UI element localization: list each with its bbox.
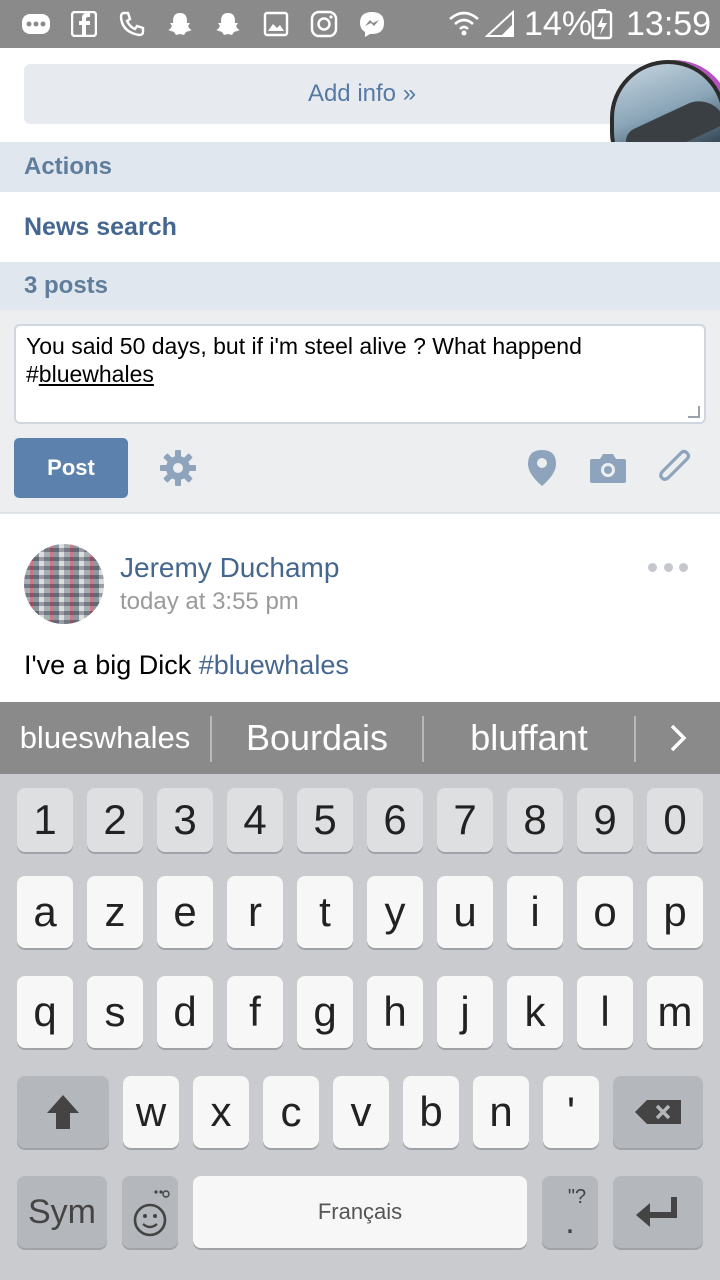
key-f[interactable]: f bbox=[227, 976, 283, 1048]
key-n[interactable]: n bbox=[473, 1076, 529, 1148]
post-time[interactable]: today at 3:55 pm bbox=[120, 588, 299, 616]
key-8[interactable]: 8 bbox=[507, 788, 563, 852]
key-d[interactable]: d bbox=[157, 976, 213, 1048]
key-v[interactable]: v bbox=[333, 1076, 389, 1148]
key-e[interactable]: e bbox=[157, 876, 213, 948]
backspace-icon bbox=[635, 1100, 681, 1124]
key-z[interactable]: z bbox=[87, 876, 143, 948]
location-pin-icon[interactable] bbox=[520, 446, 564, 490]
key-apostrophe[interactable]: ' bbox=[543, 1076, 599, 1148]
punct-main: . bbox=[565, 1203, 575, 1241]
snapchat-icon bbox=[212, 8, 244, 40]
suggestion-strip: blueswhales Bourdais bluffant bbox=[0, 702, 720, 774]
key-x[interactable]: x bbox=[193, 1076, 249, 1148]
key-7[interactable]: 7 bbox=[437, 788, 493, 852]
suggestion-2[interactable]: Bourdais bbox=[212, 702, 422, 774]
key-3[interactable]: 3 bbox=[157, 788, 213, 852]
key-p[interactable]: p bbox=[647, 876, 703, 948]
post-body: I've a big Dick #bluewhales bbox=[24, 650, 349, 681]
keyboard: 1 2 3 4 5 6 7 8 9 0 a z e r t y u i o p … bbox=[0, 774, 720, 1280]
posts-count-header: 3 posts bbox=[0, 262, 720, 310]
post-composer: You said 50 days, but if i'm steel alive… bbox=[0, 310, 720, 514]
key-w[interactable]: w bbox=[123, 1076, 179, 1148]
camera-icon[interactable] bbox=[586, 446, 630, 490]
key-i[interactable]: i bbox=[507, 876, 563, 948]
key-5[interactable]: 5 bbox=[297, 788, 353, 852]
key-j[interactable]: j bbox=[437, 976, 493, 1048]
shift-arrow-icon bbox=[47, 1095, 79, 1129]
battery-icon bbox=[586, 8, 618, 40]
resize-grip-icon[interactable] bbox=[688, 406, 700, 418]
key-q[interactable]: q bbox=[17, 976, 73, 1048]
emoji-icon bbox=[133, 1190, 170, 1237]
key-c[interactable]: c bbox=[263, 1076, 319, 1148]
backspace-key[interactable] bbox=[613, 1076, 703, 1148]
facebook-icon bbox=[68, 8, 100, 40]
punctuation-key[interactable]: "? . bbox=[542, 1176, 598, 1248]
key-1[interactable]: 1 bbox=[17, 788, 73, 852]
key-6[interactable]: 6 bbox=[367, 788, 423, 852]
key-k[interactable]: k bbox=[507, 976, 563, 1048]
post-text-line1: You said 50 days, but if i'm steel alive… bbox=[26, 333, 582, 359]
wifi-icon bbox=[448, 8, 480, 40]
status-bar: 14% 13:59 bbox=[0, 0, 720, 48]
key-2[interactable]: 2 bbox=[87, 788, 143, 852]
shift-key[interactable] bbox=[17, 1076, 109, 1148]
actions-header[interactable]: Actions bbox=[0, 142, 720, 192]
chevron-right-icon[interactable] bbox=[636, 702, 720, 774]
key-r[interactable]: r bbox=[227, 876, 283, 948]
signal-icon bbox=[484, 8, 516, 40]
paperclip-icon[interactable] bbox=[652, 446, 696, 490]
battery-percent: 14% bbox=[524, 5, 593, 43]
suggestion-3[interactable]: bluffant bbox=[424, 702, 634, 774]
gallery-icon bbox=[260, 8, 292, 40]
add-info-button[interactable]: Add info » bbox=[24, 64, 700, 124]
post-body-text: I've a big Dick bbox=[24, 650, 199, 680]
messenger-icon bbox=[356, 8, 388, 40]
emoji-key[interactable] bbox=[122, 1176, 178, 1248]
snapchat-icon bbox=[164, 8, 196, 40]
key-h[interactable]: h bbox=[367, 976, 423, 1048]
key-m[interactable]: m bbox=[647, 976, 703, 1048]
key-0[interactable]: 0 bbox=[647, 788, 703, 852]
phone-icon bbox=[116, 8, 148, 40]
enter-key[interactable] bbox=[613, 1176, 703, 1248]
post-textarea[interactable]: You said 50 days, but if i'm steel alive… bbox=[14, 324, 706, 424]
key-y[interactable]: y bbox=[367, 876, 423, 948]
news-search-link[interactable]: News search bbox=[0, 192, 720, 262]
author-name[interactable]: Jeremy Duchamp bbox=[120, 552, 339, 584]
hash-symbol: # bbox=[26, 361, 39, 387]
key-9[interactable]: 9 bbox=[577, 788, 633, 852]
post-button[interactable]: Post bbox=[14, 438, 128, 498]
key-b[interactable]: b bbox=[403, 1076, 459, 1148]
key-t[interactable]: t bbox=[297, 876, 353, 948]
post-text-line2: #bluewhales bbox=[26, 360, 694, 388]
more-icon bbox=[20, 8, 52, 40]
key-s[interactable]: s bbox=[87, 976, 143, 1048]
key-l[interactable]: l bbox=[577, 976, 633, 1048]
avatar-texture bbox=[24, 544, 104, 624]
more-horizontal-icon[interactable] bbox=[648, 552, 688, 582]
author-avatar[interactable] bbox=[24, 544, 104, 624]
key-a[interactable]: a bbox=[17, 876, 73, 948]
post-hashtag[interactable]: #bluewhales bbox=[199, 650, 349, 680]
instagram-icon bbox=[308, 8, 340, 40]
hashtag-text: bluewhales bbox=[38, 361, 154, 387]
key-g[interactable]: g bbox=[297, 976, 353, 1048]
sym-key[interactable]: Sym bbox=[17, 1176, 107, 1248]
clock: 13:59 bbox=[626, 5, 712, 43]
suggestion-1[interactable]: blueswhales bbox=[0, 702, 210, 774]
space-key[interactable]: Français bbox=[193, 1176, 527, 1248]
key-4[interactable]: 4 bbox=[227, 788, 283, 852]
key-o[interactable]: o bbox=[577, 876, 633, 948]
gear-icon[interactable] bbox=[156, 446, 200, 490]
key-u[interactable]: u bbox=[437, 876, 493, 948]
enter-icon bbox=[636, 1197, 677, 1227]
post-card: Jeremy Duchamp today at 3:55 pm I've a b… bbox=[0, 516, 720, 702]
